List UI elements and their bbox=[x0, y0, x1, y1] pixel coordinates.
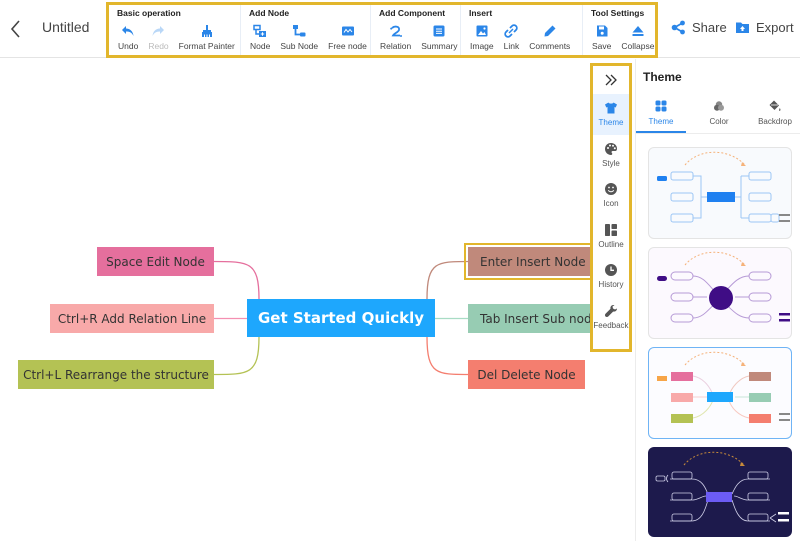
grid-icon bbox=[655, 100, 667, 112]
sub-tab-theme[interactable]: Theme bbox=[636, 99, 686, 133]
side-tab-theme[interactable]: Theme bbox=[593, 94, 629, 135]
summary-icon bbox=[433, 25, 445, 37]
add-sub-node-button[interactable]: Sub Node bbox=[275, 19, 323, 51]
add-free-node-button[interactable]: Free node bbox=[323, 19, 372, 51]
theme-card-dark-navy[interactable] bbox=[648, 447, 792, 537]
save-icon bbox=[596, 25, 608, 37]
comments-icon bbox=[544, 25, 556, 37]
topic-node-left[interactable]: Space Edit Node bbox=[97, 247, 214, 276]
theme-preview bbox=[655, 451, 789, 523]
format-painter-icon bbox=[201, 25, 212, 37]
palette-icon bbox=[605, 142, 617, 155]
theme-panel: Theme Theme Color Backdrop bbox=[636, 59, 800, 541]
group-title: Insert bbox=[469, 8, 493, 18]
share-button[interactable]: Share bbox=[671, 20, 727, 35]
double-chevron-right-icon bbox=[605, 74, 617, 86]
theme-preview bbox=[657, 251, 790, 323]
group-title: Tool Settings bbox=[591, 8, 645, 18]
toolbar-group-insert: Insert Image Link Comments bbox=[461, 5, 583, 55]
free-node-icon bbox=[341, 26, 354, 36]
add-node-button[interactable]: Node bbox=[245, 19, 275, 51]
toolbar-group-tool-settings: Tool Settings Save Collapse bbox=[583, 5, 655, 55]
share-label: Share bbox=[692, 20, 727, 35]
export-button[interactable]: Export bbox=[735, 20, 794, 35]
theme-card-colorful[interactable] bbox=[648, 347, 792, 439]
export-icon bbox=[736, 22, 749, 33]
tshirt-icon bbox=[605, 102, 617, 114]
export-label: Export bbox=[756, 20, 794, 35]
side-tab-history[interactable]: History bbox=[593, 256, 629, 297]
collapse-toolbar-button[interactable]: Collapse bbox=[616, 19, 659, 51]
theme-preview bbox=[657, 151, 790, 223]
clock-icon bbox=[605, 264, 617, 277]
save-button[interactable]: Save bbox=[587, 19, 616, 51]
sub-tab-divider bbox=[636, 133, 800, 134]
node-icon bbox=[253, 24, 267, 37]
collapse-icon bbox=[632, 26, 644, 36]
topic-node-right[interactable]: Tab Insert Sub node bbox=[468, 304, 590, 333]
theme-card-purple-circle[interactable] bbox=[648, 247, 792, 339]
relation-icon bbox=[389, 25, 402, 37]
paint-bucket-icon bbox=[769, 100, 781, 111]
toolbar-group-basic-operation: Basic operation Undo Redo Format Painter bbox=[109, 5, 241, 55]
document-title[interactable]: Untitled bbox=[42, 19, 89, 35]
theme-sub-tabs: Theme Color Backdrop bbox=[636, 99, 800, 133]
image-icon bbox=[476, 25, 488, 37]
redo-icon bbox=[152, 26, 165, 36]
toolbar-group-add-node: Add Node Node Sub Node Free node bbox=[241, 5, 371, 55]
topic-node-right[interactable]: Del Delete Node bbox=[468, 360, 585, 389]
undo-icon bbox=[122, 26, 134, 36]
redo-button[interactable]: Redo bbox=[143, 19, 173, 51]
side-tab-feedback[interactable]: Feedback bbox=[593, 297, 629, 338]
side-tab-style[interactable]: Style bbox=[593, 135, 629, 176]
share-icon bbox=[671, 20, 685, 35]
link-icon bbox=[504, 24, 519, 38]
side-tab-icon[interactable]: Icon bbox=[593, 175, 629, 216]
format-painter-button[interactable]: Format Painter bbox=[174, 19, 240, 51]
outline-icon bbox=[605, 223, 617, 236]
smiley-icon bbox=[605, 183, 617, 196]
topic-node-right-selected[interactable]: Enter Insert Node bbox=[464, 243, 590, 280]
connection-line-left bbox=[213, 336, 260, 376]
topic-node-left[interactable]: Ctrl+R Add Relation Line bbox=[50, 304, 214, 333]
collapse-panel-button[interactable] bbox=[593, 66, 629, 94]
side-tab-bar: Theme Style Icon Outline History Feedbac… bbox=[590, 63, 632, 352]
back-button[interactable] bbox=[6, 18, 26, 40]
group-title: Add Component bbox=[379, 8, 446, 18]
group-title: Basic operation bbox=[117, 8, 181, 18]
relation-button[interactable]: Relation bbox=[375, 19, 416, 51]
connection-line-left bbox=[213, 260, 260, 300]
insert-link-button[interactable]: Link bbox=[499, 19, 525, 51]
toolbar-group-add-component: Add Component Relation Summary bbox=[371, 5, 461, 55]
insert-image-button[interactable]: Image bbox=[465, 19, 499, 51]
color-icon bbox=[714, 101, 724, 111]
comments-button[interactable]: Comments bbox=[524, 19, 575, 51]
sub-tab-backdrop[interactable]: Backdrop bbox=[750, 99, 800, 133]
topic-node-left[interactable]: Ctrl+L Rearrange the structure bbox=[18, 360, 214, 389]
sub-node-icon bbox=[293, 25, 306, 37]
sub-tab-color[interactable]: Color bbox=[694, 99, 744, 133]
theme-preview bbox=[657, 351, 790, 423]
side-tab-outline[interactable]: Outline bbox=[593, 216, 629, 257]
undo-button[interactable]: Undo bbox=[113, 19, 143, 51]
toolbar: Basic operation Undo Redo Format Painter… bbox=[106, 2, 658, 58]
connection-line-right bbox=[426, 260, 469, 300]
summary-button[interactable]: Summary bbox=[416, 19, 462, 51]
wrench-icon bbox=[604, 304, 617, 317]
top-bar: Untitled Basic operation Undo Redo Forma… bbox=[0, 0, 800, 58]
mindmap-canvas[interactable]: Get Started Quickly Space Edit Node Ctrl… bbox=[0, 59, 590, 541]
panel-title: Theme bbox=[643, 70, 682, 84]
group-title: Add Node bbox=[249, 8, 290, 18]
root-node[interactable]: Get Started Quickly bbox=[247, 299, 435, 337]
chevron-left-icon bbox=[10, 20, 20, 38]
theme-card-blue-classic[interactable] bbox=[648, 147, 792, 239]
connection-line-right bbox=[426, 336, 469, 376]
